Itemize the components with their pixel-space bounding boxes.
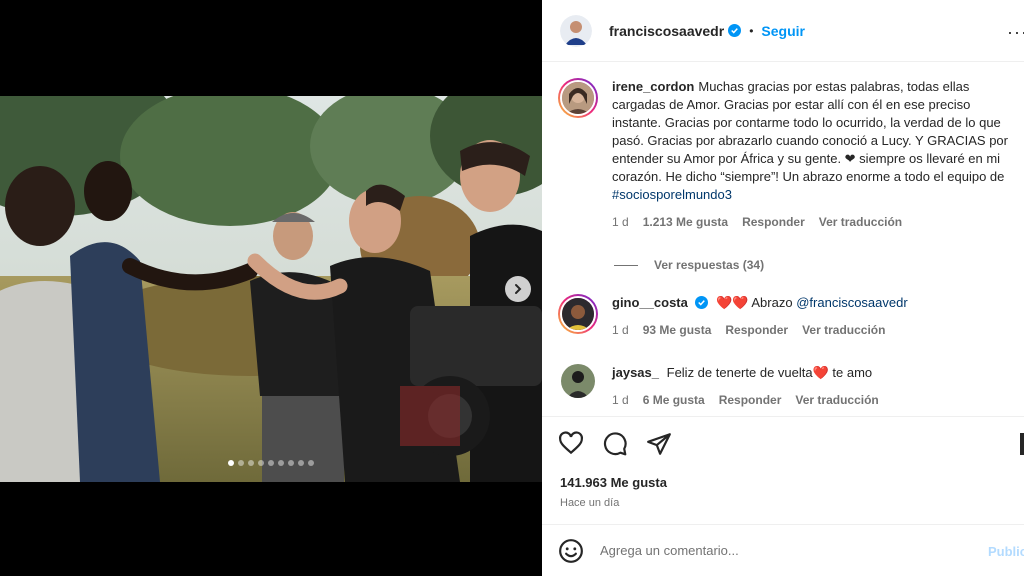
comment-time: 1 d xyxy=(612,323,629,337)
commenter-avatar-wrap xyxy=(558,364,598,409)
verified-badge-icon xyxy=(728,24,742,37)
carousel-dot xyxy=(258,460,264,466)
chevron-right-icon xyxy=(515,284,522,294)
hearts-emoji: ❤️❤️ xyxy=(716,295,749,310)
action-icons xyxy=(558,431,672,457)
commenter-avatar[interactable] xyxy=(558,78,598,118)
post-photo[interactable] xyxy=(0,96,542,482)
post-header: franciscosaavedr • Seguir ··· xyxy=(542,0,1024,62)
translate-button[interactable]: Ver traducción xyxy=(802,321,885,339)
heart-icon[interactable] xyxy=(558,431,584,457)
comment-item: jaysas_ Feliz de tenerte de vuelta❤️ te … xyxy=(558,364,1018,409)
comments-list: irene_cordon Muchas gracias por estas pal… xyxy=(542,62,1024,416)
view-replies-button[interactable]: Ver respuestas (34) xyxy=(614,258,764,272)
carousel-dot xyxy=(228,460,234,466)
post-panel: franciscosaavedr • Seguir ··· xyxy=(542,0,1024,576)
comment-meta: 1 d 1.213 Me gusta Responder Ver traducc… xyxy=(612,213,1012,231)
comment-username[interactable]: jaysas_ xyxy=(612,365,659,380)
share-icon[interactable] xyxy=(646,431,672,457)
carousel-dot xyxy=(278,460,284,466)
comment-item: irene_cordon Muchas gracias por estas pal… xyxy=(558,78,1018,231)
post-media xyxy=(0,0,542,576)
carousel-dot xyxy=(268,460,274,466)
comment-mention[interactable]: @franciscosaavedr xyxy=(796,295,907,310)
comment-body: gino__costa ❤️❤️ Abrazo @franciscosaaved… xyxy=(612,294,1012,339)
author-username[interactable]: franciscosaavedr xyxy=(609,23,724,39)
bookmark-icon[interactable] xyxy=(1020,433,1024,455)
replies-line xyxy=(614,264,638,266)
carousel-dot xyxy=(288,460,294,466)
commenter-avatar[interactable] xyxy=(558,294,598,334)
comment-likes[interactable]: 1.213 Me gusta xyxy=(643,213,728,231)
carousel-dot xyxy=(298,460,304,466)
comment-item: gino__costa ❤️❤️ Abrazo @franciscosaaved… xyxy=(558,294,1018,339)
carousel-dot xyxy=(308,460,314,466)
comment-text: Muchas gracias por estas palabras, todas… xyxy=(612,79,1008,184)
emoji-icon[interactable] xyxy=(558,538,584,564)
post-actions: 141.963 Me gusta Hace un día xyxy=(542,416,1024,524)
more-options-icon[interactable]: ··· xyxy=(1007,22,1024,43)
translate-button[interactable]: Ver traducción xyxy=(819,213,902,231)
comment-hashtag[interactable]: #sociosporelmundo3 xyxy=(612,187,732,202)
carousel-dot xyxy=(238,460,244,466)
comment-icon[interactable] xyxy=(602,431,628,457)
author-avatar[interactable] xyxy=(560,14,592,47)
photo-illustration xyxy=(0,96,542,482)
comment-likes[interactable]: 6 Me gusta xyxy=(643,391,705,409)
comment-text: Feliz de tenerte de vuelta xyxy=(666,365,813,380)
publish-button[interactable]: Publicar xyxy=(988,544,1024,559)
comment-time: 1 d xyxy=(612,215,629,229)
comment-body: irene_cordon Muchas gracias por estas pal… xyxy=(612,78,1012,231)
comment-input[interactable] xyxy=(600,543,960,558)
reply-button[interactable]: Responder xyxy=(719,391,782,409)
comment-meta: 1 d 6 Me gusta Responder Ver traducción xyxy=(612,391,1012,409)
comment-username[interactable]: irene_cordon xyxy=(612,79,694,94)
add-comment-bar: Publicar xyxy=(542,524,1024,576)
post-likes[interactable]: 141.963 Me gusta xyxy=(560,475,667,490)
follow-button[interactable]: Seguir xyxy=(761,23,805,39)
carousel-indicator xyxy=(0,460,542,466)
carousel-dot xyxy=(248,460,254,466)
commenter-avatar[interactable] xyxy=(561,364,595,398)
heart-emoji: ❤️ xyxy=(812,365,829,380)
comment-text-end: te amo xyxy=(832,365,873,380)
reply-button[interactable]: Responder xyxy=(742,213,805,231)
verified-badge-icon xyxy=(695,296,709,309)
comment-time: 1 d xyxy=(612,393,629,407)
comment-likes[interactable]: 93 Me gusta xyxy=(643,321,712,339)
comment-username[interactable]: gino__costa xyxy=(612,295,688,310)
translate-button[interactable]: Ver traducción xyxy=(795,391,878,409)
comment-meta: 1 d 93 Me gusta Responder Ver traducción xyxy=(612,321,1012,339)
header-separator: • xyxy=(749,23,754,38)
comment-text: Abrazo xyxy=(751,295,793,310)
next-slide-button[interactable] xyxy=(505,276,531,302)
view-replies-label: Ver respuestas (34) xyxy=(654,258,765,272)
comment-body: jaysas_ Feliz de tenerte de vuelta❤️ te … xyxy=(612,364,1012,409)
post-time: Hace un día xyxy=(560,497,620,509)
reply-button[interactable]: Responder xyxy=(725,321,788,339)
